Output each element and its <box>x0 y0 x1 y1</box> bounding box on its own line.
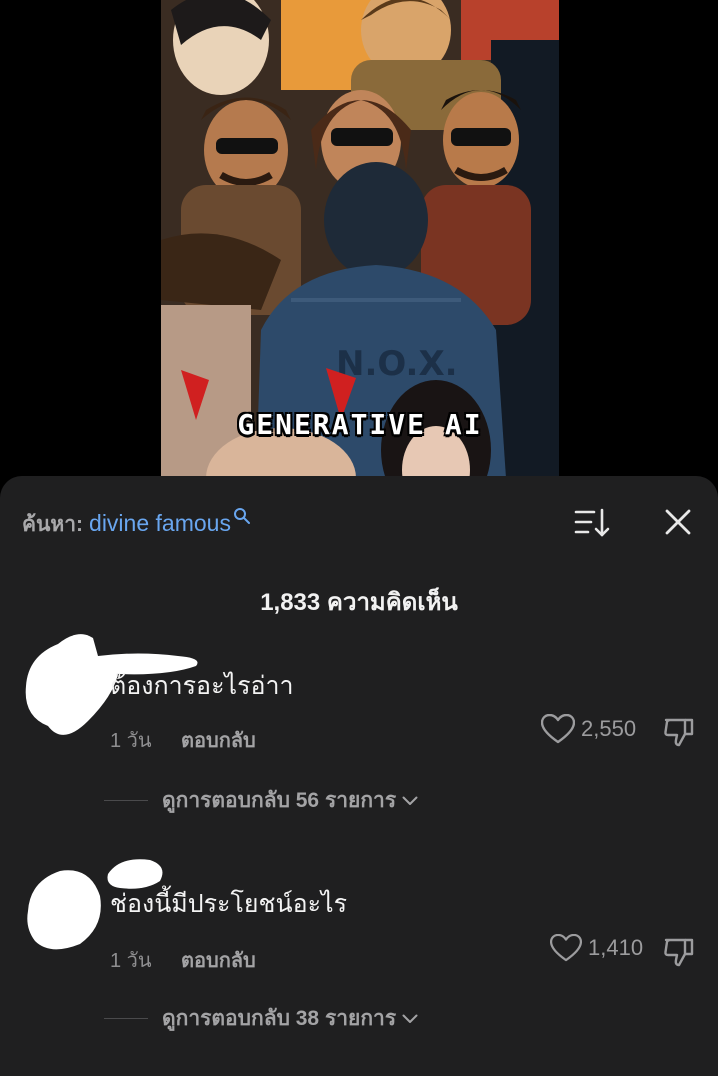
comment-text: ช่องนี้มีประโยชน์อะไร <box>110 890 348 918</box>
reply-button[interactable]: ตอบกลับ <box>181 724 256 756</box>
view-replies-button[interactable]: ดูการตอบกลับ 38 รายการ <box>104 1002 418 1035</box>
chevron-down-icon <box>402 796 418 805</box>
view-replies-label: ดูการตอบกลับ 38 รายการ <box>162 1007 397 1030</box>
search-prefix: ค้นหา: <box>22 513 84 536</box>
search-term-link[interactable]: divine famous <box>89 510 231 537</box>
heart-icon <box>550 934 582 962</box>
like-button[interactable]: 2,550 <box>541 714 636 744</box>
comment-item: ต้องการอะไรอ่าา 1 วัน ตอบกลับ 2,550 ดูกา… <box>0 626 718 846</box>
comments-sheet: ค้นหา: divine famous 1,833 ความคิดเห็น ต… <box>0 476 718 1076</box>
comment-count: 1,833 ความคิดเห็น <box>260 589 458 616</box>
video-player[interactable]: N.O.X. GENERATIVE AI <box>0 0 718 478</box>
divider <box>104 800 148 801</box>
video-frame[interactable]: N.O.X. GENERATIVE AI <box>161 0 559 478</box>
search-suggestion[interactable]: ค้นหา: divine famous <box>22 508 251 538</box>
dislike-icon[interactable] <box>663 936 695 968</box>
video-artwork: N.O.X. <box>161 0 559 478</box>
divider <box>104 1018 148 1019</box>
dislike-icon[interactable] <box>663 716 695 748</box>
comment-time: 1 วัน <box>110 950 152 972</box>
close-icon[interactable] <box>664 508 692 536</box>
like-count: 1,410 <box>588 935 644 960</box>
view-replies-label: ดูการตอบกลับ 56 รายการ <box>162 789 397 812</box>
comment-text: ต้องการอะไรอ่าา <box>110 672 294 700</box>
view-replies-button[interactable]: ดูการตอบกลับ 56 รายการ <box>104 784 418 817</box>
like-button[interactable]: 1,410 <box>550 934 643 962</box>
like-count: 2,550 <box>581 716 637 741</box>
search-icon <box>233 508 250 524</box>
video-caption: GENERATIVE AI <box>237 408 483 441</box>
reply-button[interactable]: ตอบกลับ <box>181 944 256 976</box>
heart-icon <box>541 714 575 744</box>
chevron-down-icon <box>402 1014 418 1023</box>
sort-icon[interactable] <box>574 507 610 539</box>
comment-item: ช่องนี้มีประโยชน์อะไร 1 วัน ตอบกลับ 1,41… <box>0 856 718 1076</box>
comment-time: 1 วัน <box>110 730 152 752</box>
